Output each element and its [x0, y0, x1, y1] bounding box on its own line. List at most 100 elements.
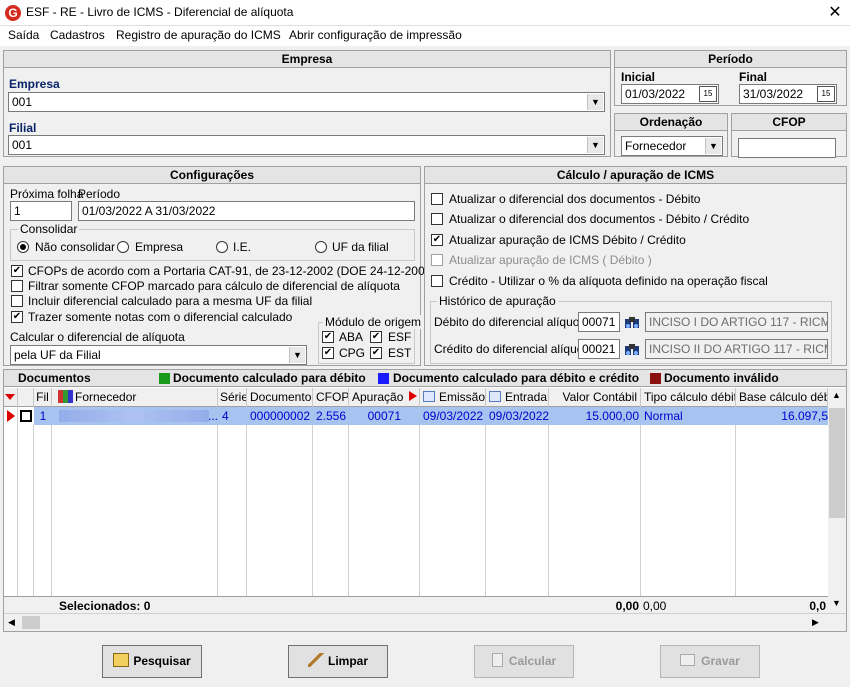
cell-valor: 15.000,00: [585, 409, 639, 423]
ordenacao-value: Fornecedor: [625, 139, 687, 153]
checkbox-incluir-diferencial[interactable]: [11, 295, 23, 307]
checkbox-label: Incluir diferencial calculado para a mes…: [28, 294, 313, 308]
scroll-up-icon[interactable]: ▲: [832, 390, 841, 400]
column-header[interactable]: Documento: [247, 388, 313, 407]
periodo-input[interactable]: 01/03/2022 A 31/03/2022: [78, 201, 415, 221]
debito-code-input[interactable]: 00071: [578, 312, 620, 332]
column-header[interactable]: Fornecedor: [52, 388, 218, 407]
checkbox-cfop-portaria[interactable]: [11, 265, 23, 277]
grid-line: [312, 407, 313, 596]
horizontal-scrollbar[interactable]: ◀ ▶: [4, 613, 846, 631]
column-header[interactable]: Apuração: [349, 388, 420, 407]
sort-arrow-icon: [409, 391, 418, 401]
column-header[interactable]: Fil: [34, 388, 52, 407]
credito-code-input[interactable]: 00021: [578, 339, 620, 359]
checkbox-cpg[interactable]: [322, 347, 334, 359]
radio-nao-consolidar[interactable]: [17, 241, 29, 253]
column-header[interactable]: Emissão: [420, 388, 486, 407]
empresa-select[interactable]: 001 ▼: [8, 92, 605, 112]
configuracoes-panel: Configurações Próxima folha 1 Período 01…: [3, 166, 435, 366]
credito-label: Crédito do diferencial alíquota: [434, 342, 594, 356]
grid-line: [246, 407, 247, 596]
menu-cadastros[interactable]: Cadastros: [50, 28, 105, 42]
vertical-scrollbar[interactable]: ▲ ▼: [828, 388, 846, 613]
proxima-folha-label: Próxima folha: [10, 187, 84, 201]
scroll-right-icon[interactable]: ▶: [812, 617, 819, 628]
calendar-icon[interactable]: 15: [699, 86, 717, 102]
select-column[interactable]: [18, 388, 34, 407]
menu-abrir-configuracao[interactable]: Abrir configuração de impressão: [289, 28, 462, 42]
row-checkbox[interactable]: [20, 410, 32, 422]
window-title: ESF - RE - Livro de ICMS - Diferencial d…: [26, 5, 294, 19]
column-header[interactable]: Tipo cálculo débito: [641, 388, 736, 407]
chevron-down-icon[interactable]: ▼: [587, 94, 603, 110]
limpar-button[interactable]: Limpar: [288, 645, 388, 678]
final-label: Final: [739, 70, 768, 84]
ordenacao-select[interactable]: Fornecedor ▼: [621, 136, 723, 156]
pesquisar-button[interactable]: Pesquisar: [102, 645, 202, 678]
gravar-button[interactable]: Gravar: [660, 645, 760, 678]
checkbox-filtrar-cfop[interactable]: [11, 280, 23, 292]
ordenacao-header: Ordenação: [615, 114, 727, 131]
column-header[interactable]: Base cálculo débit: [736, 388, 828, 407]
calendar-icon: [423, 391, 435, 402]
checkbox-label: Atualizar o diferencial dos documentos -…: [449, 192, 701, 206]
legend-debito-credito-swatch: [378, 373, 389, 384]
grid-line: [348, 407, 349, 596]
app-logo-icon: G: [5, 5, 21, 21]
scroll-down-icon[interactable]: ▼: [832, 598, 841, 608]
scrollbar-thumb[interactable]: [829, 408, 845, 518]
chevron-down-icon[interactable]: ▼: [705, 138, 721, 154]
column-header[interactable]: Série: [218, 388, 247, 407]
chevron-down-icon[interactable]: ▼: [289, 347, 305, 363]
legend-debito-credito: Documento calculado para débito e crédit…: [393, 371, 640, 385]
radio-label: I.E.: [233, 240, 252, 254]
proxima-folha-input[interactable]: 1: [10, 201, 72, 221]
checkbox-atualizar-debito[interactable]: [431, 193, 443, 205]
checkbox-atualizar-apuracao[interactable]: [431, 234, 443, 246]
menu-saida[interactable]: Saída: [8, 28, 39, 42]
checkbox-trazer-notas[interactable]: [11, 311, 23, 323]
column-header[interactable]: Valor Contábil: [549, 388, 641, 407]
chevron-down-icon[interactable]: ▼: [587, 137, 603, 153]
consolidar-label: Consolidar: [18, 222, 80, 236]
calcular-button[interactable]: Calcular: [474, 645, 574, 678]
checkbox-est[interactable]: [370, 347, 382, 359]
cell-emissao: 09/03/2022: [423, 409, 484, 423]
cell-base: 16.097,5: [781, 409, 828, 423]
close-icon[interactable]: ✕: [826, 2, 844, 22]
radio-empresa[interactable]: [117, 241, 129, 253]
checkbox-credito-aliquota[interactable]: [431, 275, 443, 287]
radio-ie[interactable]: [216, 241, 228, 253]
table-row[interactable]: 1 ... 4 000000002 2.556 00071 09/03/2022…: [4, 407, 828, 425]
radio-uf-filial[interactable]: [315, 241, 327, 253]
grid-line: [51, 407, 52, 596]
filial-select[interactable]: 001 ▼: [8, 135, 605, 155]
checkbox-label: EST: [388, 346, 412, 360]
empresa-header: Empresa: [4, 51, 610, 68]
grid-line: [33, 407, 34, 596]
checkbox-atualizar-debito-credito[interactable]: [431, 213, 443, 225]
menu-registro-apuracao[interactable]: Registro de apuração do ICMS: [116, 28, 281, 42]
checkbox-label: Filtrar somente CFOP marcado para cálcul…: [28, 279, 400, 293]
column-header[interactable]: Entrada: [486, 388, 549, 407]
cfop-input[interactable]: [738, 138, 836, 158]
column-header[interactable]: CFOP: [313, 388, 349, 407]
legend-debito: Documento calculado para débito: [173, 371, 366, 385]
binoculars-icon[interactable]: [624, 314, 640, 330]
radio-label: Empresa: [135, 240, 184, 254]
grid-line: [548, 407, 549, 596]
scroll-left-icon[interactable]: ◀: [8, 617, 15, 628]
calendar-icon: [489, 391, 501, 402]
column-label: Entrada: [505, 390, 548, 404]
cell-cfop: 2.556: [316, 409, 347, 423]
row-select-cell[interactable]: [18, 407, 34, 425]
calcular-select[interactable]: pela UF da Filial ▼: [10, 345, 307, 365]
legend-invalido: Documento inválido: [664, 371, 779, 385]
checkbox-esf[interactable]: [370, 331, 382, 343]
cell-ellipsis: ...: [208, 409, 218, 423]
checkbox-aba[interactable]: [322, 331, 334, 343]
calendar-icon[interactable]: 15: [817, 86, 835, 102]
binoculars-icon[interactable]: [624, 341, 640, 357]
scrollbar-thumb[interactable]: [22, 616, 40, 629]
